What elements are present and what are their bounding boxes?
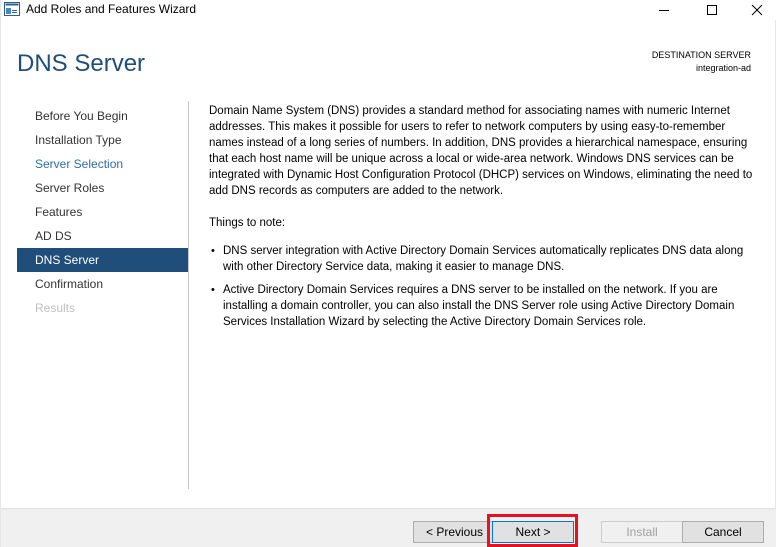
wizard-footer: < Previous Next > Install Cancel <box>1 508 776 547</box>
minimize-button[interactable] <box>641 0 687 20</box>
nav-item-ad-ds[interactable]: AD DS <box>17 224 188 248</box>
intro-paragraph: Domain Name System (DNS) provides a stan… <box>209 105 753 197</box>
nav-item-confirmation[interactable]: Confirmation <box>17 272 188 296</box>
close-icon <box>751 4 763 16</box>
maximize-button[interactable] <box>689 0 735 20</box>
list-item: • Active Directory Domain Services requi… <box>209 282 757 330</box>
nav-item-server-roles[interactable]: Server Roles <box>17 176 188 200</box>
wizard-nav: Before You Begin Installation Type Serve… <box>17 104 188 320</box>
wizard-window: Add Roles and Features Wizard DNS Server… <box>0 0 776 547</box>
notes-list: • DNS server integration with Active Dir… <box>209 243 765 330</box>
nav-item-server-selection[interactable]: Server Selection <box>17 152 188 176</box>
note-text: Active Directory Domain Services require… <box>223 284 735 328</box>
nav-item-features[interactable]: Features <box>17 200 188 224</box>
page-title: DNS Server <box>17 50 146 77</box>
bullet-icon: • <box>211 245 215 257</box>
next-button[interactable]: Next > <box>492 521 574 543</box>
previous-button[interactable]: < Previous <box>413 521 496 543</box>
title-bar: Add Roles and Features Wizard <box>1 0 776 20</box>
install-button: Install <box>601 521 683 543</box>
content-pane: Domain Name System (DNS) provides a stan… <box>209 103 765 337</box>
notes-heading: Things to note: <box>209 217 286 229</box>
server-manager-icon <box>4 2 20 16</box>
nav-item-results: Results <box>35 301 76 315</box>
window-title: Add Roles and Features Wizard <box>26 2 197 16</box>
close-button[interactable] <box>734 0 776 20</box>
nav-item-dns-server[interactable]: DNS Server <box>17 248 188 272</box>
bullet-icon: • <box>211 284 215 296</box>
nav-item-installation-type[interactable]: Installation Type <box>17 128 188 152</box>
destination-server-label: DESTINATION SERVER <box>651 50 751 60</box>
wizard-header: DNS Server DESTINATION SERVER integratio… <box>1 20 776 90</box>
maximize-icon <box>707 5 717 15</box>
list-item: • DNS server integration with Active Dir… <box>209 243 757 275</box>
note-text: DNS server integration with Active Direc… <box>223 245 744 273</box>
nav-item-before-you-begin[interactable]: Before You Begin <box>17 104 188 128</box>
cancel-button[interactable]: Cancel <box>682 521 764 543</box>
nav-divider <box>188 101 189 489</box>
minimize-icon <box>659 10 669 11</box>
destination-server-name: integration-ad <box>695 63 751 73</box>
